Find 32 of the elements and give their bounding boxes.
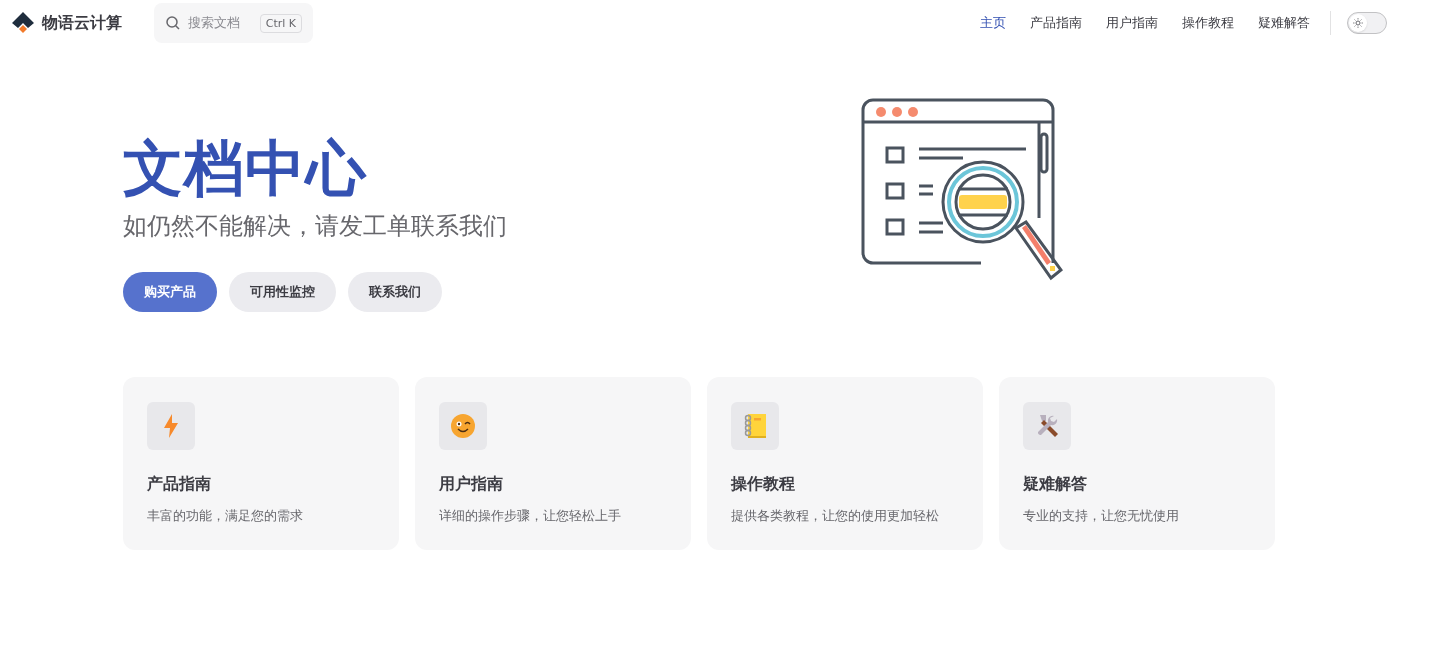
card-title: 产品指南 [147,474,212,495]
smiley-icon [451,414,475,438]
sun-icon [1353,18,1363,28]
theme-switch[interactable] [1347,12,1387,34]
feature-card[interactable]: 疑难解答 专业的支持，让您无忧使用 [999,377,1275,550]
card-description: 详细的操作步骤，让您轻松上手 [439,507,622,525]
lightning-icon [164,414,178,438]
nav-link[interactable]: 操作教程 [1170,14,1246,32]
nav-link[interactable]: 用户指南 [1094,14,1170,32]
feature-card[interactable]: 用户指南 详细的操作步骤，让您轻松上手 [415,377,691,550]
notebook-icon [743,413,767,439]
card-description: 提供各类教程，让您的使用更加轻松 [731,507,940,525]
primary-button[interactable]: 购买产品 [123,272,217,312]
nav-link[interactable]: 产品指南 [1018,14,1094,32]
shortcut-key: Ctrl K [259,13,302,33]
card-title: 操作教程 [731,474,796,495]
hero-subtitle: 如仍然不能解决，请发工单联系我们 [123,211,508,242]
secondary-button[interactable]: 可用性监控 [229,272,336,312]
card-title: 疑难解答 [1023,474,1088,495]
nav-link[interactable]: 主页 [968,14,1018,32]
search-field[interactable]: 搜索文档 Ctrl K [154,3,313,43]
card-description: 丰富的功能，满足您的需求 [147,507,304,525]
nav-link[interactable]: 疑难解答 [1246,14,1322,32]
feature-card[interactable]: 操作教程 提供各类教程，让您的使用更加轻松 [707,377,983,550]
card-title: 用户指南 [439,474,504,495]
search-icon [166,16,180,30]
logo-icon [12,12,34,34]
secondary-button[interactable]: 联系我们 [348,272,442,312]
feature-card[interactable]: 产品指南 丰富的功能，满足您的需求 [123,377,399,550]
hero-title: 文档中心 [123,136,368,200]
brand-name: 物语云计算 [42,12,122,34]
card-description: 专业的支持，让您无忧使用 [1023,507,1180,525]
